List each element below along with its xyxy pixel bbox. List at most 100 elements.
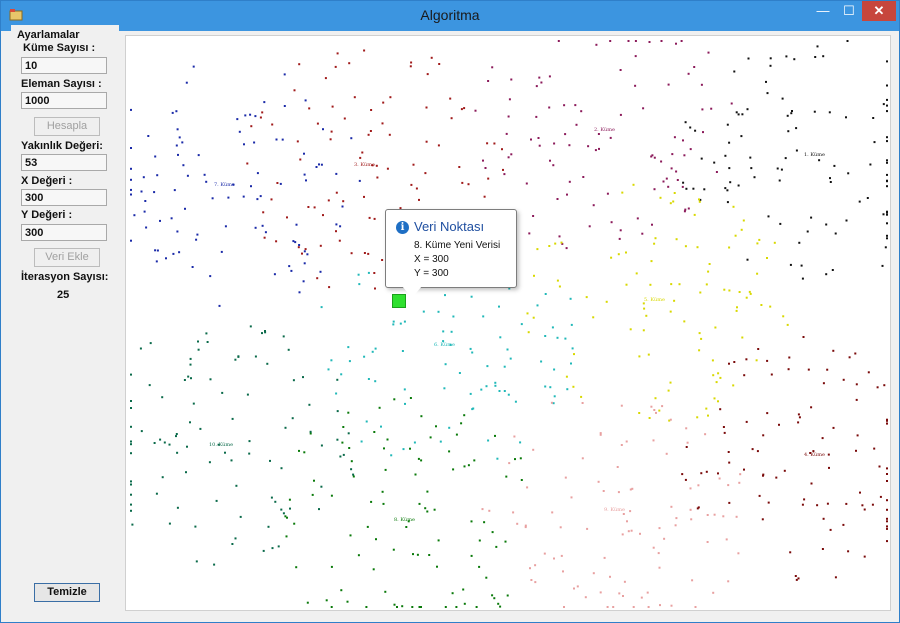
cluster-point — [327, 199, 330, 202]
cluster-point — [285, 535, 288, 538]
cluster-point — [780, 168, 783, 171]
cluster-point — [707, 270, 710, 273]
cluster-point — [494, 434, 496, 437]
cluster-point — [318, 163, 320, 166]
cluster-point — [855, 383, 858, 386]
cluster-point — [684, 208, 687, 211]
cluster-point — [651, 223, 653, 226]
cluster-point — [433, 508, 436, 511]
cluster-point — [302, 280, 305, 283]
cluster-point — [619, 229, 622, 232]
cluster-point — [707, 414, 709, 417]
cluster-point — [702, 131, 704, 134]
cluster-point — [369, 130, 372, 132]
close-button[interactable]: ✕ — [862, 1, 896, 21]
cluster-point — [147, 135, 150, 137]
cluster-point — [185, 81, 188, 84]
maximize-button[interactable]: ☐ — [836, 1, 862, 21]
cluster-point — [186, 445, 188, 448]
element-count-input[interactable]: 1000 — [21, 92, 107, 109]
cluster-point — [671, 153, 674, 156]
calculate-button[interactable]: Hesapla — [34, 117, 100, 136]
cluster-point — [758, 238, 761, 241]
cluster-point — [149, 342, 152, 345]
cluster-point — [713, 161, 716, 164]
cluster-point — [682, 181, 685, 184]
cluster-point — [698, 332, 701, 335]
x-value-input[interactable]: 300 — [21, 189, 107, 206]
cluster-point — [360, 440, 363, 443]
cluster-point — [806, 230, 809, 233]
cluster-label: 5. Küme — [644, 297, 665, 303]
cluster-point — [392, 548, 395, 551]
cluster-point — [738, 291, 741, 293]
y-value-input[interactable]: 300 — [21, 224, 107, 241]
cluster-point — [215, 499, 218, 502]
cluster-point — [627, 40, 630, 42]
minimize-button[interactable]: — — [810, 1, 836, 21]
cluster-point — [705, 283, 708, 286]
cluster-point — [341, 205, 344, 208]
cluster-point — [409, 397, 412, 399]
cluster-point — [156, 249, 159, 252]
cluster-point — [298, 291, 301, 294]
plot-canvas[interactable]: 1. Küme 2. Küme 3. Küme 4. Küme 5. Küme 6. Kü… — [125, 35, 891, 611]
cluster-point — [549, 386, 552, 389]
cluster-point — [487, 439, 490, 442]
cluster-point — [505, 475, 508, 478]
cluster-point — [700, 157, 703, 160]
cluster-point — [313, 206, 316, 209]
cluster-point — [689, 148, 692, 151]
cluster-point — [831, 269, 834, 271]
cluster-point — [595, 43, 598, 46]
cluster-point — [715, 381, 718, 384]
cluster-point — [737, 184, 740, 187]
cluster-point — [384, 590, 387, 593]
cluster-point — [728, 246, 731, 249]
cluster-point — [410, 183, 413, 186]
cluster-point — [797, 421, 800, 424]
clear-button[interactable]: Temizle — [34, 583, 100, 602]
cluster-point — [373, 217, 376, 220]
cluster-point — [486, 365, 489, 368]
cluster-point — [171, 111, 174, 114]
cluster-point — [756, 272, 759, 275]
cluster-point — [683, 154, 686, 157]
cluster-point — [753, 176, 756, 179]
cluster-point — [571, 347, 574, 350]
cluster-point — [810, 406, 813, 409]
cluster-point — [886, 508, 888, 511]
cluster-point — [657, 552, 660, 555]
cluster-point — [130, 452, 132, 455]
cluster-point — [826, 502, 829, 505]
cluster-point — [170, 217, 173, 220]
cluster-count-input[interactable]: 10 — [21, 57, 107, 74]
cluster-point — [263, 101, 266, 104]
cluster-point — [424, 172, 427, 175]
cluster-point — [237, 355, 240, 358]
cluster-point — [422, 310, 425, 313]
cluster-point — [452, 468, 455, 471]
cluster-point — [145, 226, 148, 229]
y-value-label: Y Değeri : — [21, 209, 73, 221]
cluster-point — [130, 407, 132, 409]
cluster-point — [698, 349, 701, 352]
cluster-point — [213, 563, 216, 566]
cluster-point — [876, 386, 879, 389]
cluster-point — [886, 418, 888, 421]
cluster-point — [130, 193, 132, 196]
proximity-input[interactable]: 53 — [21, 154, 107, 171]
add-data-button[interactable]: Veri Ekle — [34, 248, 100, 267]
cluster-point — [818, 159, 821, 162]
cluster-point — [762, 434, 765, 437]
cluster-point — [444, 294, 446, 297]
cluster-point — [371, 350, 374, 353]
cluster-point — [557, 40, 560, 42]
cluster-point — [665, 452, 668, 455]
cluster-point — [526, 312, 529, 315]
cluster-point — [728, 362, 730, 365]
cluster-point — [130, 239, 132, 242]
cluster-point — [130, 483, 132, 486]
cluster-point — [153, 191, 156, 194]
cluster-point — [834, 232, 837, 235]
